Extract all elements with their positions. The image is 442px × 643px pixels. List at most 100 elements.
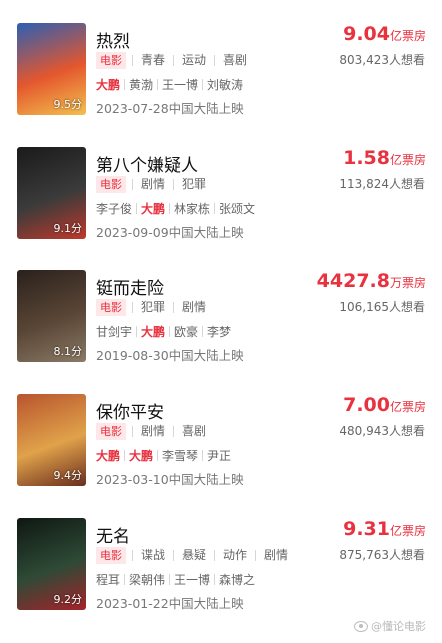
divider <box>169 574 171 585</box>
cast-row: 大鹏 大鹏 李雪琴 尹正 <box>96 447 231 464</box>
want-count: 480,943人想看 <box>339 424 425 438</box>
release-date: 2023-01-22中国大陆上映 <box>96 596 244 611</box>
actor-name: 大鹏 <box>96 78 121 92</box>
box-office-unit: 亿票房 <box>389 29 426 43</box>
box-office: 1.58亿票房 <box>343 147 426 169</box>
movie-item[interactable]: 9.4分 保你平安 7.00亿票房 480,943人想看 电影 剧情 喜剧 大鹏 大鹏… <box>0 394 442 519</box>
poster-score: 9.1分 <box>53 222 83 235</box>
divider <box>173 550 175 561</box>
divider <box>124 79 126 90</box>
poster-score: 8.1分 <box>53 345 83 358</box>
watermark: @懂论电影 <box>354 618 426 634</box>
divider <box>132 55 133 66</box>
box-office: 7.00亿票房 <box>343 394 426 416</box>
box-office: 9.04亿票房 <box>343 23 426 45</box>
movie-poster[interactable]: 9.4分 <box>17 394 86 486</box>
movie-title[interactable]: 第八个嫌疑人 <box>96 151 198 176</box>
genre-row: 电影 剧情 喜剧 <box>96 423 210 440</box>
release-date: 2019-08-30中国大陆上映 <box>96 348 244 363</box>
poster-score: 9.2分 <box>53 593 83 606</box>
actor-name: 甘剑宇 <box>96 325 133 339</box>
box-office-unit: 万票房 <box>389 276 426 290</box>
actor-name: 张颂文 <box>219 202 256 216</box>
actor-name: 李雪琴 <box>162 449 199 463</box>
divider <box>136 326 138 337</box>
genre-tag: 喜剧 <box>182 424 207 438</box>
actor-name: 程耳 <box>96 573 121 587</box>
actor-name: 大鹏 <box>141 325 166 339</box>
divider <box>173 426 175 437</box>
divider <box>214 550 216 561</box>
movie-poster[interactable]: 9.1分 <box>17 147 86 239</box>
movie-poster[interactable]: 9.2分 <box>17 518 86 610</box>
divider <box>169 326 171 337</box>
genre-tag: 剧情 <box>264 548 289 562</box>
genre-tag: 喜剧 <box>223 53 248 67</box>
actor-name: 李子俊 <box>96 202 133 216</box>
genre-row: 电影 剧情 犯罪 <box>96 176 210 193</box>
release-date: 2023-07-28中国大陆上映 <box>96 101 244 116</box>
divider <box>132 550 133 561</box>
box-office-unit: 亿票房 <box>389 524 426 538</box>
divider <box>202 326 204 337</box>
genre-tag: 运动 <box>182 53 207 67</box>
divider <box>214 55 216 66</box>
movie-title[interactable]: 热烈 <box>96 27 130 52</box>
actor-name: 大鹏 <box>141 202 166 216</box>
actor-name: 黄渤 <box>129 78 154 92</box>
divider <box>214 203 216 214</box>
genre-tag: 动作 <box>223 548 248 562</box>
divider <box>173 302 175 313</box>
genre-tag: 谍战 <box>141 548 166 562</box>
divider <box>157 79 159 90</box>
cast-row: 李子俊 大鹏 林家栋 张颂文 <box>96 200 255 217</box>
genre-tag: 青春 <box>141 53 166 67</box>
film-badge: 电影 <box>96 423 126 440</box>
poster-score: 9.5分 <box>53 98 83 111</box>
movie-item[interactable]: 9.5分 热烈 9.04亿票房 803,423人想看 电影 青春 运动 喜剧 大鹏 黄渤… <box>0 23 442 148</box>
watermark-text: @懂论电影 <box>371 620 426 633</box>
genre-tag: 悬疑 <box>182 548 207 562</box>
box-office-value: 1.58 <box>343 147 390 169</box>
genre-tag: 剧情 <box>141 177 166 191</box>
want-count: 875,763人想看 <box>339 548 425 562</box>
movie-title[interactable]: 保你平安 <box>96 398 164 423</box>
divider <box>173 179 175 190</box>
release-date: 2023-03-10中国大陆上映 <box>96 472 244 487</box>
poster-score: 9.4分 <box>53 469 83 482</box>
box-office: 9.31亿票房 <box>343 518 426 540</box>
film-badge: 电影 <box>96 176 126 193</box>
cast-row: 大鹏 黄渤 王一博 刘敏涛 <box>96 76 243 93</box>
actor-name: 刘敏涛 <box>207 78 244 92</box>
genre-tag: 剧情 <box>182 300 207 314</box>
release-date: 2023-09-09中国大陆上映 <box>96 225 244 240</box>
actor-name: 王一博 <box>162 78 199 92</box>
movie-title[interactable]: 铤而走险 <box>96 274 164 299</box>
movie-item[interactable]: 9.1分 第八个嫌疑人 1.58亿票房 113,824人想看 电影 剧情 犯罪 李子… <box>0 147 442 272</box>
want-count: 106,165人想看 <box>339 300 425 314</box>
film-badge: 电影 <box>96 547 126 564</box>
divider <box>132 426 133 437</box>
film-badge: 电影 <box>96 299 126 316</box>
movie-title[interactable]: 无名 <box>96 522 130 547</box>
genre-row: 电影 谍战 悬疑 动作 剧情 <box>96 547 292 564</box>
movie-poster[interactable]: 9.5分 <box>17 23 86 115</box>
divider <box>124 450 126 461</box>
box-office-unit: 亿票房 <box>389 153 426 167</box>
box-office-value: 7.00 <box>343 394 390 416</box>
actor-name: 大鹏 <box>96 449 121 463</box>
movie-item[interactable]: 8.1分 铤而走险 4427.8万票房 106,165人想看 电影 犯罪 剧情 甘剑… <box>0 270 442 395</box>
box-office-value: 4427.8 <box>316 270 390 292</box>
divider <box>124 574 126 585</box>
genre-row: 电影 青春 运动 喜剧 <box>96 52 251 69</box>
actor-name: 李梦 <box>207 325 232 339</box>
box-office-unit: 亿票房 <box>389 400 426 414</box>
actor-name: 梁朝伟 <box>129 573 166 587</box>
actor-name: 林家栋 <box>174 202 211 216</box>
actor-name: 森博之 <box>219 573 256 587</box>
movie-poster[interactable]: 8.1分 <box>17 270 86 362</box>
actor-name: 欧豪 <box>174 325 199 339</box>
divider <box>169 203 171 214</box>
divider <box>132 302 133 313</box>
genre-tag: 犯罪 <box>182 177 207 191</box>
